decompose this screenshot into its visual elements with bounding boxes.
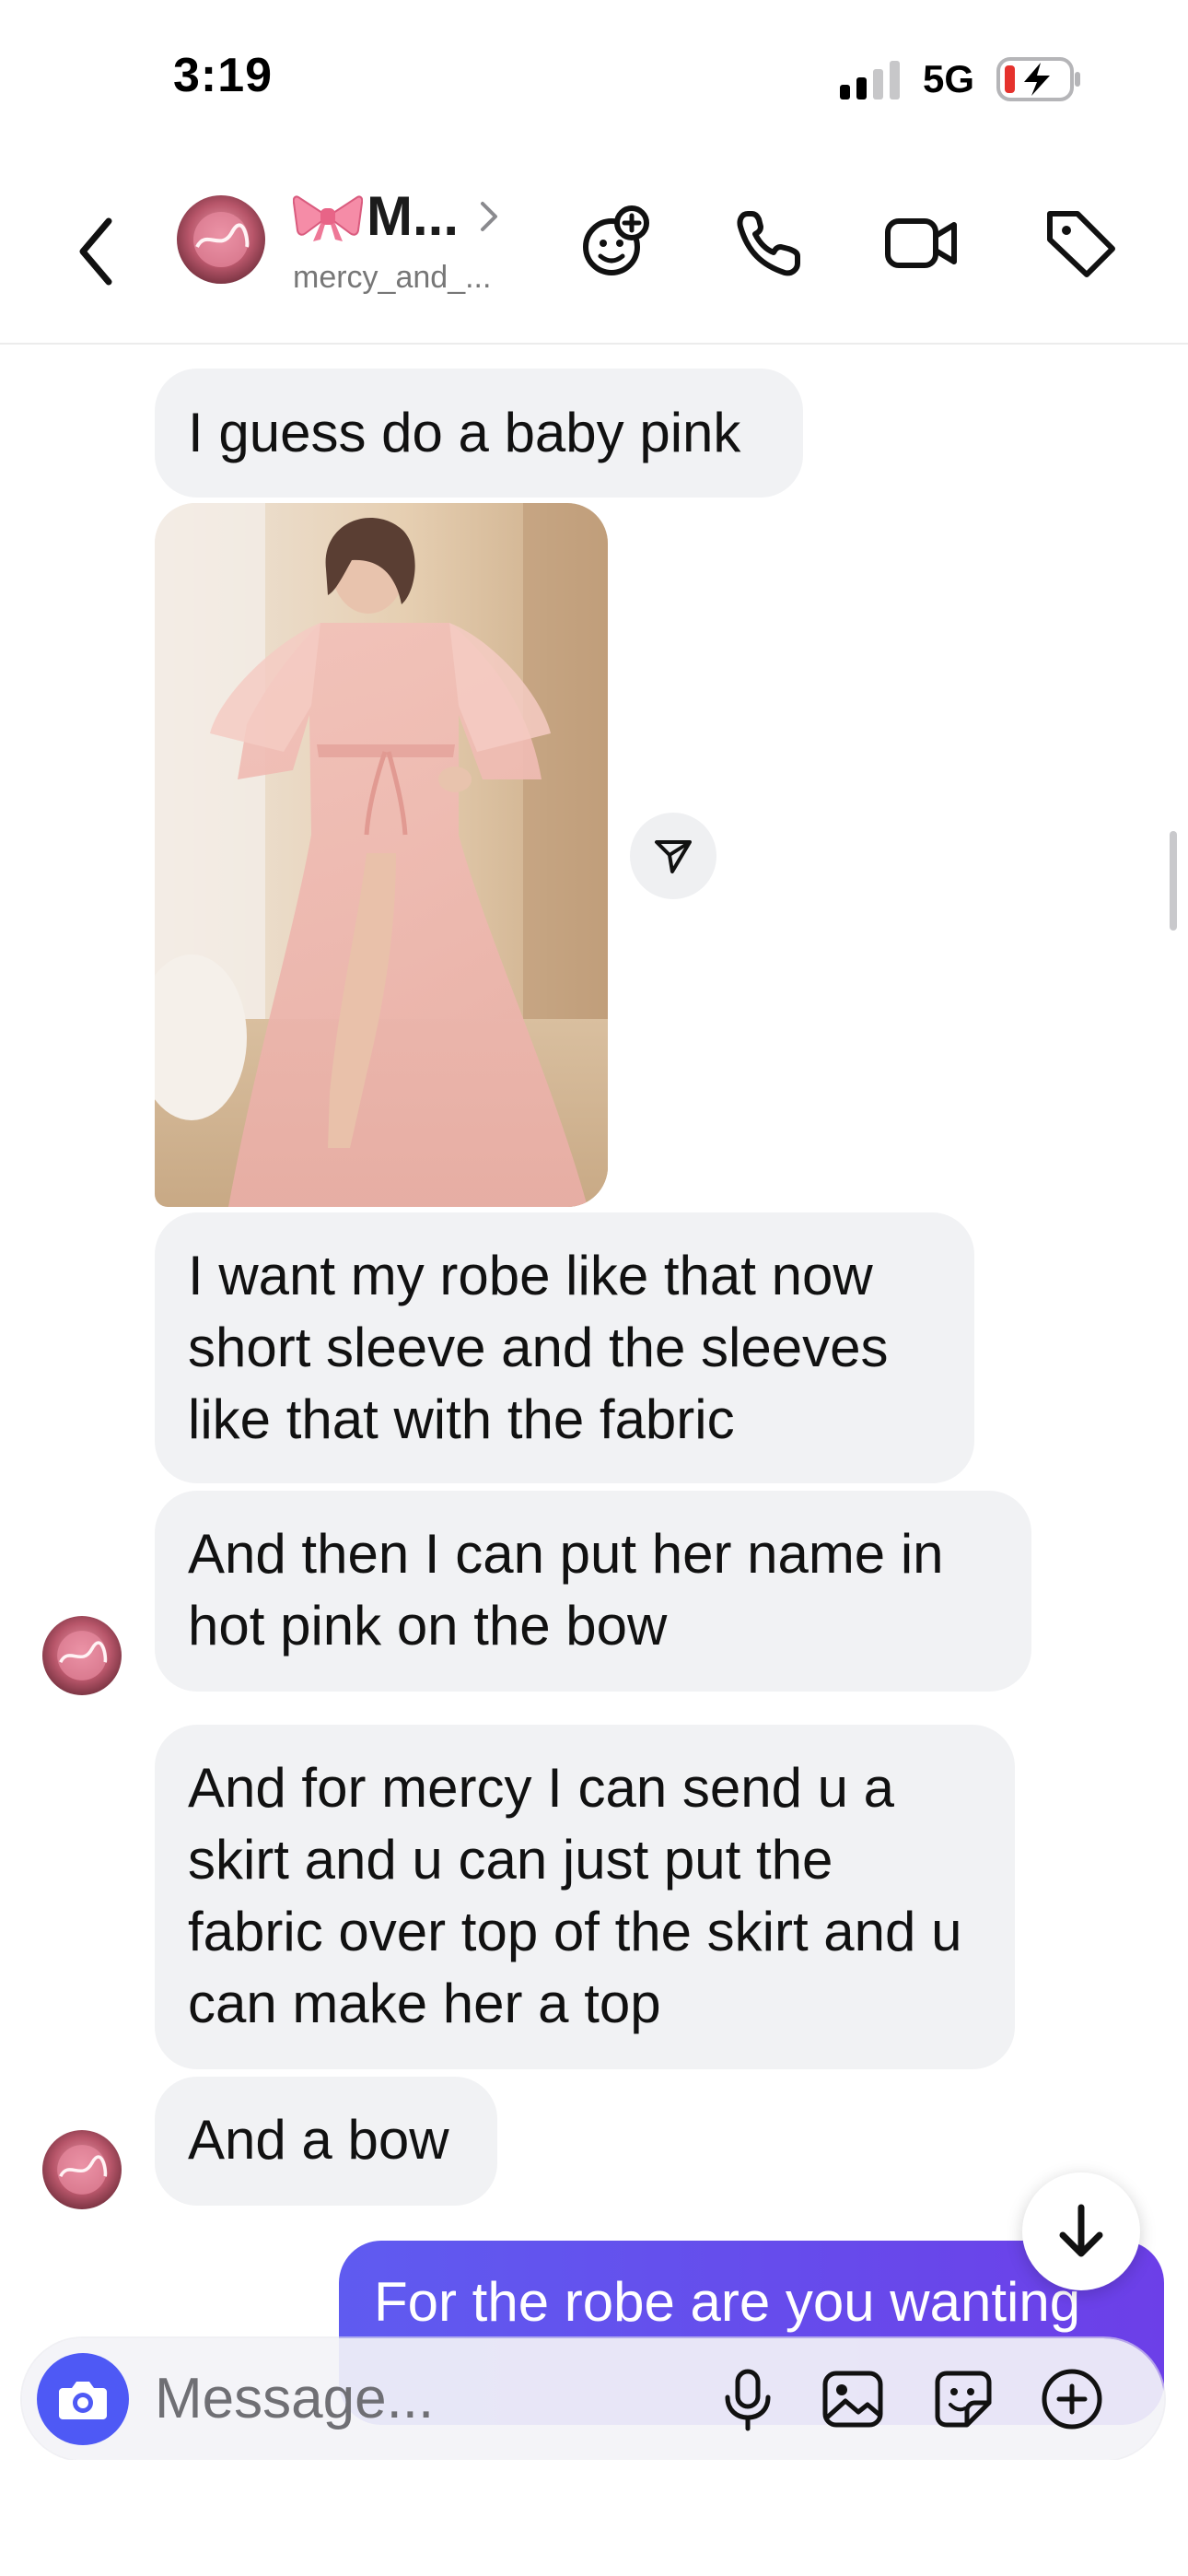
bow-emoji-icon	[293, 195, 363, 241]
share-button[interactable]	[630, 813, 716, 899]
avatar-image	[42, 1616, 122, 1695]
video-call-icon[interactable]	[880, 201, 963, 284]
plus-circle-icon[interactable]	[1039, 2366, 1105, 2432]
contact-name[interactable]: M...	[293, 184, 503, 248]
message-bubble[interactable]: I want my robe like that now short sleev…	[155, 1212, 974, 1483]
add-friend-icon[interactable]	[575, 201, 658, 284]
shared-photo[interactable]	[155, 503, 608, 1207]
chevron-right-icon	[481, 201, 497, 231]
message-bubble[interactable]: I guess do a baby pink	[155, 369, 803, 498]
pink-robe-photo	[155, 503, 608, 1207]
message-text: And then I can put her name in hot pink …	[188, 1523, 944, 1657]
chat-header: M... mercy_and_...	[0, 157, 1188, 345]
message-input[interactable]: Message...	[155, 2366, 434, 2431]
arrow-down-icon	[1059, 2204, 1103, 2257]
message-composer: Message...	[22, 2338, 1164, 2460]
message-text: And for mercy I can send u a skirt and u…	[188, 1757, 962, 2034]
contact-username[interactable]: mercy_and_...	[293, 260, 491, 296]
message-text: For the robe are you wanting	[374, 2271, 1081, 2333]
bottom-safe-area	[0, 2460, 1188, 2576]
scroll-to-bottom-button[interactable]	[1022, 2172, 1140, 2290]
contact-avatar[interactable]	[177, 195, 265, 284]
sender-avatar[interactable]	[42, 2130, 122, 2209]
avatar-image	[177, 195, 265, 284]
back-chevron-icon[interactable]	[72, 210, 118, 293]
scrollbar[interactable]	[1170, 831, 1177, 931]
battery-charging-icon	[996, 57, 1080, 101]
message-bubble[interactable]: And for mercy I can send u a skirt and u…	[155, 1725, 1015, 2069]
microphone-icon[interactable]	[715, 2366, 781, 2432]
cellular-signal-icon	[840, 61, 900, 100]
camera-button[interactable]	[37, 2353, 129, 2445]
network-type: 5G	[923, 57, 975, 100]
status-time: 3:19	[173, 49, 274, 102]
camera-icon	[59, 2382, 107, 2419]
message-thread[interactable]: I guess do a baby pink I want my robe li…	[0, 345, 1188, 2460]
status-bar: 3:19 5G	[0, 0, 1188, 157]
message-text: I want my robe like that now short sleev…	[188, 1245, 889, 1450]
tag-icon[interactable]	[1039, 201, 1122, 284]
message-text: And a bow	[188, 2109, 449, 2171]
message-bubble[interactable]: And then I can put her name in hot pink …	[155, 1491, 1031, 1692]
contact-name-text: M...	[367, 185, 459, 247]
gallery-icon[interactable]	[820, 2366, 886, 2432]
avatar-image	[42, 2130, 122, 2209]
message-text: I guess do a baby pink	[188, 402, 741, 463]
sticker-icon[interactable]	[930, 2366, 996, 2432]
message-bubble[interactable]: And a bow	[155, 2077, 497, 2206]
share-arrow-icon	[655, 840, 692, 873]
phone-icon[interactable]	[728, 201, 810, 284]
sender-avatar[interactable]	[42, 1616, 122, 1695]
